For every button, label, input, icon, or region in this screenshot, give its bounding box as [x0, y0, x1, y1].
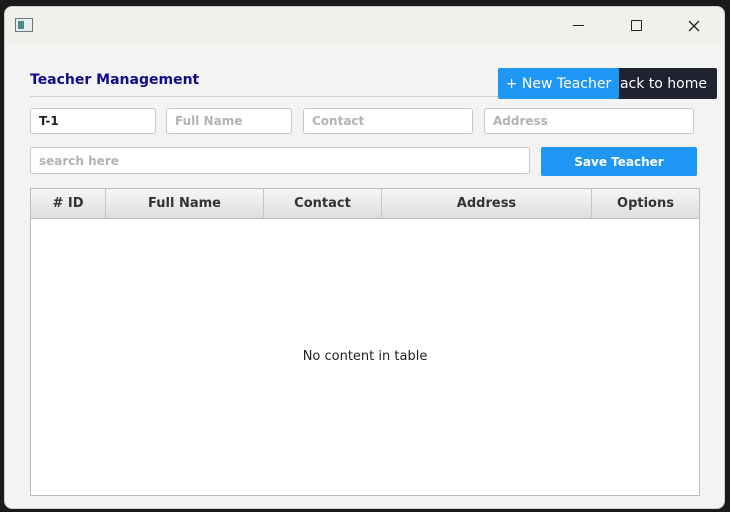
app-icon [15, 18, 33, 32]
new-teacher-button[interactable]: + New Teacher [498, 68, 619, 99]
save-teacher-button[interactable]: Save Teacher [541, 147, 697, 176]
column-header-contact[interactable]: Contact [264, 189, 382, 218]
close-icon [688, 20, 700, 31]
maximize-button[interactable] [607, 7, 665, 44]
minimize-icon [572, 25, 584, 26]
close-button[interactable] [665, 7, 723, 44]
empty-table-message: No content in table [302, 349, 428, 364]
column-header-address[interactable]: Address [382, 189, 592, 218]
contact-field[interactable] [303, 108, 473, 134]
column-header-id[interactable]: # ID [31, 189, 106, 218]
page-title: Teacher Management [30, 72, 200, 88]
maximize-icon [630, 20, 642, 31]
full-name-field[interactable] [166, 108, 292, 134]
table-header: # ID Full Name Contact Address Options [31, 189, 699, 219]
teacher-id-field[interactable] [30, 108, 156, 134]
column-header-options[interactable]: Options [592, 189, 699, 218]
title-bar[interactable] [5, 7, 724, 44]
back-to-home-button[interactable]: Back to home [605, 68, 717, 99]
column-header-full-name[interactable]: Full Name [106, 189, 264, 218]
minimize-button[interactable] [549, 7, 607, 44]
search-input[interactable] [30, 147, 530, 174]
app-window: Teacher Management Back to home + New Te… [4, 6, 725, 509]
teacher-table[interactable]: # ID Full Name Contact Address Options N… [30, 188, 700, 496]
address-field[interactable] [484, 108, 694, 134]
